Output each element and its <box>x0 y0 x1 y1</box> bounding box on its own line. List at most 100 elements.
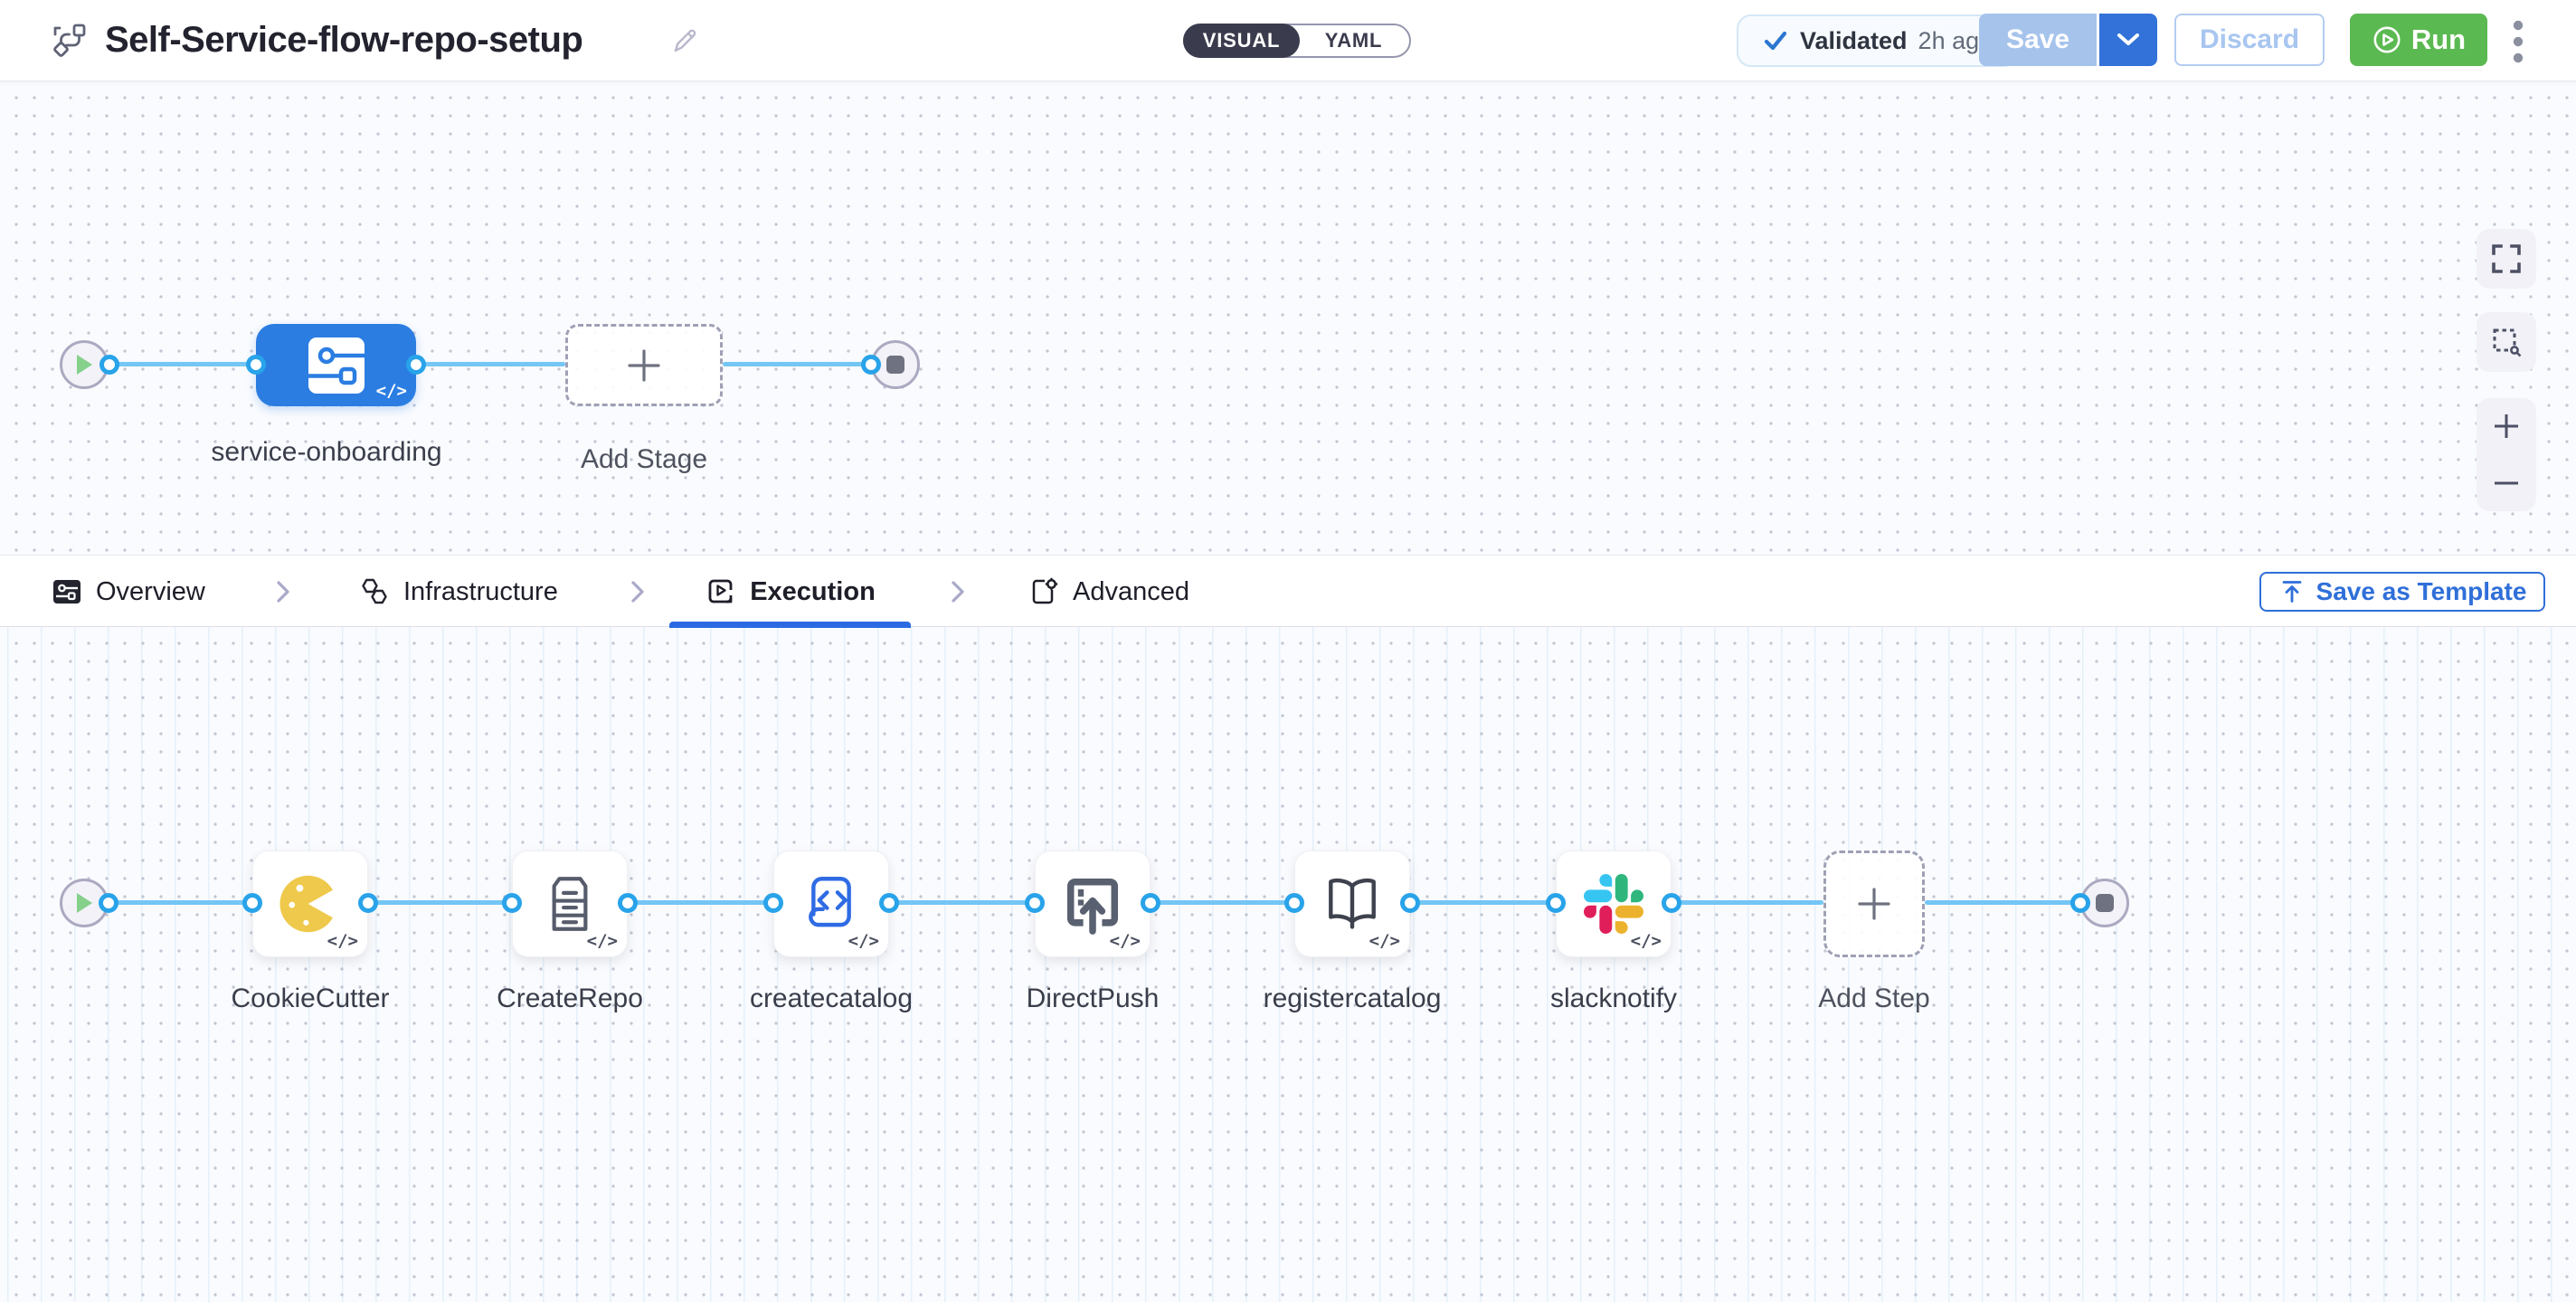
connector-line <box>109 362 256 366</box>
connector-line <box>889 900 1035 905</box>
code-badge: </> <box>1110 931 1141 951</box>
overview-icon <box>51 575 83 608</box>
port[interactable] <box>502 893 522 913</box>
step-label: CookieCutter <box>184 979 437 1018</box>
connector-line <box>1925 900 2080 905</box>
connector-line <box>416 362 565 366</box>
port[interactable] <box>879 893 899 913</box>
pipeline-icon <box>49 21 89 65</box>
port[interactable] <box>861 355 881 375</box>
visual-yaml-toggle: VISUAL YAML <box>1183 24 1411 58</box>
open-book-icon <box>1319 870 1386 937</box>
port[interactable] <box>358 893 378 913</box>
connector-line <box>628 900 773 905</box>
port[interactable] <box>618 893 638 913</box>
step-node-createcatalog[interactable]: </> <box>773 851 889 957</box>
save-as-template-label: Save as Template <box>2316 577 2527 606</box>
step-label: CreateRepo <box>443 979 696 1018</box>
tab-advanced[interactable]: Advanced <box>1028 556 1189 628</box>
port[interactable] <box>763 893 783 913</box>
stage-canvas[interactable]: </> service-onboarding Add Stage <box>0 81 2576 555</box>
code-file-icon <box>798 870 865 937</box>
zoom-in-button[interactable] <box>2477 398 2536 455</box>
start-play-icon <box>74 353 94 376</box>
edit-title-icon[interactable] <box>669 25 698 59</box>
tab-execution[interactable]: Execution <box>669 556 911 628</box>
tab-overview[interactable]: Overview <box>51 556 205 628</box>
more-options-button[interactable] <box>2502 16 2534 67</box>
port[interactable] <box>99 355 119 375</box>
port[interactable] <box>1141 893 1160 913</box>
port[interactable] <box>1284 893 1304 913</box>
step-node-slacknotify[interactable]: </> <box>1556 851 1672 957</box>
connector-line <box>723 362 871 366</box>
save-options-button[interactable] <box>2099 14 2157 66</box>
tab-label: Advanced <box>1073 577 1189 607</box>
active-tab-underline <box>669 622 911 628</box>
chevron-right-icon <box>270 579 295 609</box>
connector-line <box>1151 900 1294 905</box>
plus-icon <box>2491 411 2522 442</box>
marquee-select-button[interactable] <box>2477 312 2536 372</box>
connector-line <box>109 900 252 905</box>
advanced-icon <box>1028 575 1060 608</box>
page-title: Self-Service-flow-repo-setup <box>105 0 582 81</box>
discard-button[interactable]: Discard <box>2174 14 2325 66</box>
start-play-icon <box>74 891 94 915</box>
step-node-cookiecutter[interactable]: </> <box>252 851 368 957</box>
tab-infrastructure[interactable]: Infrastructure <box>358 556 558 628</box>
chevron-right-icon <box>624 579 649 609</box>
add-step-button[interactable] <box>1823 851 1925 957</box>
port[interactable] <box>1025 893 1045 913</box>
save-as-template-button[interactable]: Save as Template <box>2259 572 2545 612</box>
connector-line <box>1410 900 1556 905</box>
connector-line <box>1672 900 1823 905</box>
toggle-visual[interactable]: VISUAL <box>1183 24 1300 58</box>
port[interactable] <box>1400 893 1420 913</box>
stage-node-service-onboarding[interactable]: </> <box>256 324 416 406</box>
zoom-out-button[interactable] <box>2477 455 2536 512</box>
upload-icon <box>2278 578 2306 605</box>
step-node-createrepo[interactable]: </> <box>512 851 628 957</box>
port[interactable] <box>246 355 266 375</box>
slack-icon <box>1584 874 1643 934</box>
port[interactable] <box>2070 893 2090 913</box>
port[interactable] <box>99 893 118 913</box>
tab-label: Execution <box>750 577 876 607</box>
step-node-registercatalog[interactable]: </> <box>1294 851 1410 957</box>
code-badge: </> <box>1369 931 1400 951</box>
run-button[interactable]: Run <box>2350 14 2487 66</box>
code-badge: </> <box>848 931 879 951</box>
port[interactable] <box>406 355 426 375</box>
execution-canvas[interactable]: </> </> </> <box>0 627 2576 1302</box>
step-label: DirectPush <box>966 979 1219 1018</box>
marquee-icon <box>2490 326 2523 358</box>
zoom-controls <box>2477 398 2536 511</box>
port[interactable] <box>1546 893 1566 913</box>
stop-icon <box>2096 894 2114 912</box>
validated-badge[interactable]: Validated 2h ago <box>1737 14 2018 67</box>
cookiecutter-icon <box>277 870 344 937</box>
chevron-down-icon <box>2117 33 2140 47</box>
run-play-icon <box>2372 24 2402 55</box>
step-label: registercatalog <box>1226 979 1479 1018</box>
code-badge: </> <box>376 381 407 401</box>
validated-label: Validated <box>1800 27 1908 55</box>
port[interactable] <box>1662 893 1681 913</box>
add-stage-button[interactable] <box>565 324 723 406</box>
stop-icon <box>886 356 904 374</box>
execution-icon <box>705 575 737 608</box>
save-split-button: Save <box>1979 14 2157 66</box>
custom-stage-icon <box>308 337 365 394</box>
save-button[interactable]: Save <box>1979 14 2097 66</box>
check-icon <box>1762 27 1789 54</box>
step-label: createcatalog <box>705 979 958 1018</box>
infrastructure-icon <box>358 575 391 608</box>
connector-line <box>368 900 512 905</box>
step-node-directpush[interactable]: </> <box>1035 851 1151 957</box>
add-stage-label: Add Stage <box>517 440 771 479</box>
stage-label: service-onboarding <box>200 432 453 471</box>
port[interactable] <box>242 893 262 913</box>
toggle-yaml[interactable]: YAML <box>1298 25 1409 56</box>
fullscreen-button[interactable] <box>2477 229 2536 289</box>
